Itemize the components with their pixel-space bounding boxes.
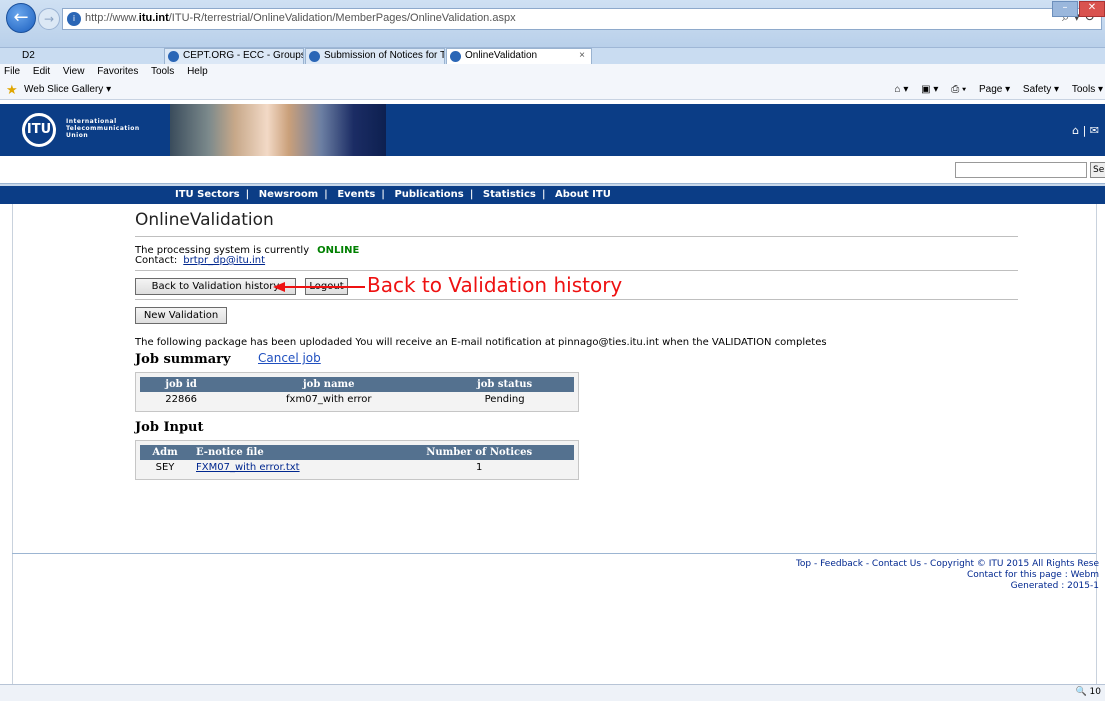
column-header: E-notice file [190, 445, 385, 460]
column-header: job id [140, 377, 223, 392]
new-validation-button[interactable]: New Validation [135, 307, 227, 324]
job-id-cell: 22866 [165, 394, 198, 405]
enotice-file-link[interactable]: FXM07_with error.txt [196, 462, 300, 473]
job-summary-table: job id job name job status 22866 fxm07_w… [135, 372, 579, 412]
browser-status-bar: 🔍 10 [0, 684, 1105, 701]
web-slice-gallery[interactable]: Web Slice Gallery ▾ [24, 80, 111, 100]
itu-nav-bar: ITU Sectors | Newsroom | Events | Publicati… [0, 186, 1105, 204]
column-header: job name [222, 377, 436, 392]
menu-bar: File Edit View Favorites Tools Help [0, 64, 1105, 80]
menu-file[interactable]: File [4, 66, 20, 77]
page-footer: Top - Feedback - Contact Us - Copyright … [796, 559, 1099, 592]
tab-favicon-icon [450, 51, 461, 62]
job-name-cell: fxm07_with error [286, 394, 372, 405]
tab-favicon-icon [168, 51, 179, 62]
adm-cell: SEY [155, 462, 175, 473]
column-header: job status [435, 377, 574, 392]
footer-divider [12, 553, 1096, 554]
search-row: Se [0, 156, 1105, 184]
tab-onlinevalidation[interactable]: OnlineValidation × [446, 48, 592, 64]
menu-view[interactable]: View [63, 66, 85, 77]
url-text: http://www.itu.int/ITU-R/terrestrial/Onl… [85, 12, 516, 24]
nav-statistics[interactable]: Statistics [483, 189, 536, 200]
footer-links[interactable]: Top - Feedback - Contact Us - Copyright … [796, 559, 1099, 570]
home-icon[interactable]: ⌂ ▾ [895, 84, 909, 95]
site-search-input[interactable] [955, 162, 1087, 178]
contact-line: Contact: brtpr_dp@itu.int [135, 255, 266, 266]
nav-events[interactable]: Events [337, 189, 375, 200]
table-row: 22866 fxm07_with error Pending [140, 392, 574, 407]
annotation-arrow-icon [273, 282, 365, 292]
tab-strip: D2 CEPT.ORG - ECC - Groups - EC... Submi… [0, 48, 1105, 64]
tab-submission[interactable]: Submission of Notices for Terr... [305, 48, 445, 64]
nav-publications[interactable]: Publications [394, 189, 463, 200]
print-icon[interactable]: ⎙ ▾ [951, 84, 966, 95]
tab-d2[interactable]: D2 [18, 48, 164, 64]
job-input-table: Adm E-notice file Number of Notices SEY … [135, 440, 579, 480]
menu-favorites[interactable]: Favorites [97, 66, 138, 77]
close-tab-icon[interactable]: × [579, 49, 585, 63]
itu-header: ITU International Telecommunication Union … [0, 104, 1105, 156]
menu-edit[interactable]: Edit [33, 66, 50, 77]
tab-favicon-icon [309, 51, 320, 62]
zoom-level[interactable]: 🔍 10 [1075, 687, 1101, 697]
job-summary-heading: Job summary [135, 352, 231, 367]
site-search-button[interactable]: Se [1090, 162, 1105, 178]
window-controls: – ✕ [1051, 0, 1105, 17]
cancel-job-link[interactable]: Cancel job [258, 351, 321, 365]
page-border-left [12, 204, 13, 701]
nav-newsroom[interactable]: Newsroom [259, 189, 318, 200]
address-bar[interactable]: i http://www.itu.int/ITU-R/terrestrial/O… [62, 8, 1102, 30]
nav-about-itu[interactable]: About ITU [555, 189, 611, 200]
notice-count-cell: 1 [476, 462, 483, 473]
job-status-cell: Pending [484, 394, 525, 405]
close-window-icon[interactable]: ✕ [1079, 1, 1105, 17]
contact-email-link[interactable]: brtpr_dp@itu.int [183, 255, 265, 266]
nav-itu-sectors[interactable]: ITU Sectors [175, 189, 240, 200]
page-title: OnlineValidation [135, 210, 274, 230]
tab-cept[interactable]: CEPT.ORG - ECC - Groups - EC... [164, 48, 304, 64]
upload-message: The following package has been uplodaded… [135, 337, 827, 348]
forward-arrow-icon[interactable]: → [38, 8, 60, 30]
favorites-bar: ★ Web Slice Gallery ▾ ⌂ ▾ ▣ ▾ ⎙ ▾ Page ▾… [0, 80, 1105, 100]
feeds-icon[interactable]: ▣ ▾ [921, 84, 938, 95]
page-menu[interactable]: Page ▾ [979, 84, 1010, 95]
header-banner-image [170, 104, 386, 156]
itu-logo-text: International Telecommunication Union [66, 118, 140, 139]
job-input-heading: Job Input [135, 420, 204, 435]
site-favicon-icon: i [67, 12, 81, 26]
enotice-file-cell: FXM07_with error.txt [190, 460, 384, 475]
back-to-validation-history-button[interactable]: Back to Validation history [135, 278, 296, 295]
page-border-right [1096, 204, 1097, 684]
minimize-icon[interactable]: – [1052, 1, 1078, 17]
back-arrow-icon[interactable]: ← [6, 3, 36, 33]
header-icons[interactable]: ⌂ | ✉ [1072, 124, 1099, 137]
favorites-star-icon[interactable]: ★ [6, 80, 18, 100]
footer-contact[interactable]: Contact for this page : Webm [796, 570, 1099, 581]
menu-tools[interactable]: Tools [151, 66, 174, 77]
divider [135, 299, 1018, 300]
status-badge: ONLINE [317, 245, 360, 256]
tools-menu[interactable]: Tools ▾ [1072, 84, 1103, 95]
annotation-label: Back to Validation history [367, 273, 623, 297]
footer-generated: Generated : 2015-1 [1010, 581, 1099, 591]
column-header: Adm [140, 445, 190, 460]
divider [135, 270, 1018, 271]
table-row: SEY FXM07_with error.txt 1 [140, 460, 574, 475]
divider [135, 236, 1018, 237]
command-bar: ⌂ ▾ ▣ ▾ ⎙ ▾ Page ▾ Safety ▾ Tools ▾ [885, 80, 1103, 100]
browser-titlebar: ← → i http://www.itu.int/ITU-R/terrestri… [0, 0, 1105, 48]
column-header: Number of Notices [384, 445, 574, 460]
menu-help[interactable]: Help [187, 66, 208, 77]
safety-menu[interactable]: Safety ▾ [1023, 84, 1059, 95]
itu-logo[interactable]: ITU [22, 113, 56, 147]
